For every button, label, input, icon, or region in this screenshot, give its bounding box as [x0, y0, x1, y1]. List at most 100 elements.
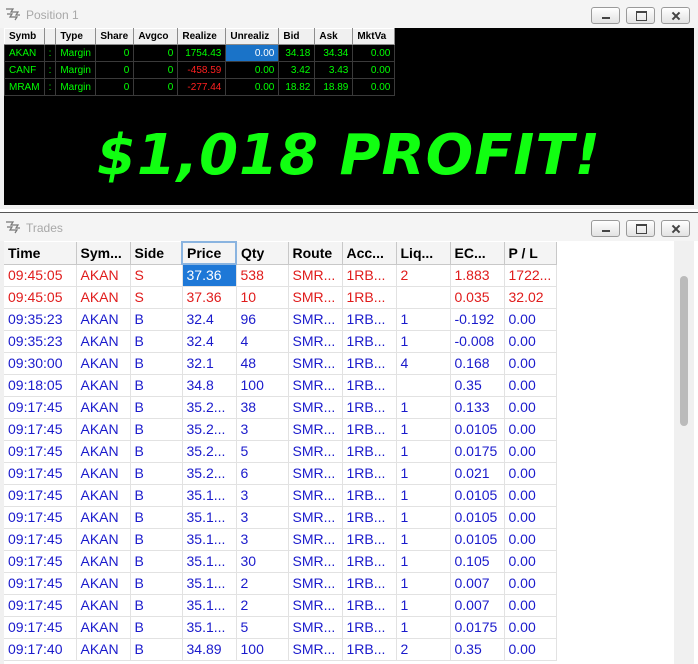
trade-cell-side[interactable]: B: [130, 374, 183, 397]
position-cell-mktval[interactable]: 0.00: [352, 44, 396, 62]
trade-row[interactable]: 09:17:45 AKAN B 35.1... 2 SMR... 1RB... 1 0.007 0…: [4, 572, 557, 595]
position-cell-bid[interactable]: 3.42: [278, 61, 316, 79]
trade-cell-qty[interactable]: 96: [236, 308, 289, 331]
trade-cell-pl[interactable]: 0.00: [504, 462, 557, 485]
trade-cell-acc[interactable]: 1RB...: [342, 594, 397, 617]
trade-cell-time[interactable]: 09:35:23: [4, 330, 77, 353]
trade-cell-sym[interactable]: AKAN: [76, 374, 131, 397]
position-cell-type[interactable]: Margin: [55, 44, 97, 62]
trade-cell-time[interactable]: 09:45:05: [4, 264, 77, 287]
trade-cell-sym[interactable]: AKAN: [76, 462, 131, 485]
trade-cell-liq[interactable]: 1: [396, 572, 451, 595]
close-button[interactable]: [661, 7, 690, 24]
trades-titlebar[interactable]: Trades: [0, 213, 698, 241]
position-row[interactable]: AKAN: Margin 0 0 1754.43 0.00 34.18 34.34 0.00: [4, 44, 396, 62]
trade-cell-route[interactable]: SMR...: [288, 616, 343, 639]
scrollbar-thumb[interactable]: [680, 276, 688, 426]
trade-cell-liq[interactable]: 1: [396, 308, 451, 331]
trade-cell-route[interactable]: SMR...: [288, 418, 343, 441]
position-cell-unrealized[interactable]: 0.00: [225, 61, 280, 79]
trade-cell-pl[interactable]: 0.00: [504, 308, 557, 331]
trade-cell-sym[interactable]: AKAN: [76, 308, 131, 331]
trade-row[interactable]: 09:35:23 AKAN B 32.4 96 SMR... 1RB... 1 -0.192 0.…: [4, 308, 557, 331]
trade-cell-side[interactable]: B: [130, 462, 183, 485]
trade-cell-side[interactable]: B: [130, 616, 183, 639]
trade-cell-liq[interactable]: [396, 286, 451, 309]
column-header-ask[interactable]: Ask: [314, 28, 354, 45]
trade-cell-sym[interactable]: AKAN: [76, 264, 131, 287]
trade-cell-sym[interactable]: AKAN: [76, 352, 131, 375]
trade-cell-sym[interactable]: AKAN: [76, 616, 131, 639]
trade-cell-price[interactable]: 35.2...: [182, 418, 237, 441]
position-cell-symbol[interactable]: MRAM: [4, 78, 45, 96]
trade-cell-pl[interactable]: 0.00: [504, 418, 557, 441]
trade-row[interactable]: 09:17:45 AKAN B 35.2... 6 SMR... 1RB... 1 0.021 0…: [4, 462, 557, 485]
trade-cell-pl[interactable]: 0.00: [504, 440, 557, 463]
trade-cell-price[interactable]: 35.2...: [182, 440, 237, 463]
column-header-ecn-fee[interactable]: EC...: [450, 242, 505, 265]
trade-row[interactable]: 09:17:45 AKAN B 35.1... 5 SMR... 1RB... 1 0.0175…: [4, 616, 557, 639]
column-header-liquidity[interactable]: Liq...: [396, 242, 451, 265]
trade-cell-liq[interactable]: 1: [396, 506, 451, 529]
trade-cell-qty[interactable]: 38: [236, 396, 289, 419]
trade-cell-sym[interactable]: AKAN: [76, 638, 131, 661]
position-cell-realized[interactable]: -277.44: [177, 78, 227, 96]
trade-cell-ec[interactable]: 0.0175: [450, 616, 505, 639]
trade-cell-pl[interactable]: 0.00: [504, 528, 557, 551]
trades-scrollbar[interactable]: [674, 241, 694, 664]
trade-cell-route[interactable]: SMR...: [288, 396, 343, 419]
position-cell-shares[interactable]: 0: [95, 61, 135, 79]
trade-cell-ec[interactable]: 0.007: [450, 572, 505, 595]
position-cell-ask[interactable]: 3.43: [314, 61, 354, 79]
trade-cell-price[interactable]: 35.1...: [182, 550, 237, 573]
column-header-shares[interactable]: Share: [95, 28, 135, 45]
trade-cell-acc[interactable]: 1RB...: [342, 264, 397, 287]
trade-cell-price[interactable]: 35.2...: [182, 462, 237, 485]
trade-row[interactable]: 09:17:45 AKAN B 35.1... 3 SMR... 1RB... 1 0.0105…: [4, 506, 557, 529]
trade-cell-side[interactable]: B: [130, 506, 183, 529]
trade-cell-ec[interactable]: 1.883: [450, 264, 505, 287]
trade-cell-price[interactable]: 32.1: [182, 352, 237, 375]
trade-row[interactable]: 09:17:45 AKAN B 35.1... 3 SMR... 1RB... 1 0.0105…: [4, 484, 557, 507]
trade-cell-time[interactable]: 09:17:45: [4, 440, 77, 463]
trade-cell-side[interactable]: B: [130, 484, 183, 507]
position-cell-type[interactable]: Margin: [55, 78, 97, 96]
column-header-sep[interactable]: [43, 28, 57, 45]
trade-cell-pl[interactable]: 0.00: [504, 638, 557, 661]
trade-cell-qty[interactable]: 3: [236, 484, 289, 507]
trade-cell-price[interactable]: 34.8: [182, 374, 237, 397]
trade-cell-side[interactable]: B: [130, 352, 183, 375]
trade-cell-sym[interactable]: AKAN: [76, 528, 131, 551]
trade-row[interactable]: 09:45:05 AKAN S 37.36 10 SMR... 1RB... 0.035 32.…: [4, 286, 557, 309]
trade-cell-liq[interactable]: 1: [396, 528, 451, 551]
trade-cell-acc[interactable]: 1RB...: [342, 286, 397, 309]
trade-cell-pl[interactable]: 32.02: [504, 286, 557, 309]
trade-cell-liq[interactable]: 1: [396, 440, 451, 463]
trade-cell-time[interactable]: 09:17:45: [4, 396, 77, 419]
trade-row[interactable]: 09:18:05 AKAN B 34.8 100 SMR... 1RB... 0.35 0.00: [4, 374, 557, 397]
trade-cell-price[interactable]: 35.1...: [182, 506, 237, 529]
position-cell-unrealized[interactable]: 0.00: [225, 78, 280, 96]
trade-cell-side[interactable]: B: [130, 638, 183, 661]
trade-cell-side[interactable]: B: [130, 308, 183, 331]
trade-cell-qty[interactable]: 10: [236, 286, 289, 309]
trade-cell-sym[interactable]: AKAN: [76, 506, 131, 529]
trade-cell-liq[interactable]: 2: [396, 264, 451, 287]
trade-cell-sym[interactable]: AKAN: [76, 418, 131, 441]
trade-row[interactable]: 09:17:45 AKAN B 35.1... 30 SMR... 1RB... 1 0.105…: [4, 550, 557, 573]
trade-cell-qty[interactable]: 100: [236, 374, 289, 397]
trade-cell-side[interactable]: B: [130, 528, 183, 551]
column-header-price[interactable]: Price: [181, 241, 237, 265]
trade-cell-price[interactable]: 35.1...: [182, 528, 237, 551]
trade-cell-ec[interactable]: 0.007: [450, 594, 505, 617]
column-header-time[interactable]: Time: [4, 242, 77, 265]
trade-cell-sym[interactable]: AKAN: [76, 594, 131, 617]
trade-cell-qty[interactable]: 3: [236, 528, 289, 551]
trade-cell-acc[interactable]: 1RB...: [342, 374, 397, 397]
trade-cell-time[interactable]: 09:17:45: [4, 462, 77, 485]
trade-cell-qty[interactable]: 4: [236, 330, 289, 353]
trade-cell-side[interactable]: B: [130, 572, 183, 595]
column-header-symbol[interactable]: Sym...: [76, 242, 131, 265]
trade-cell-ec[interactable]: 0.0105: [450, 418, 505, 441]
trade-cell-sym[interactable]: AKAN: [76, 550, 131, 573]
